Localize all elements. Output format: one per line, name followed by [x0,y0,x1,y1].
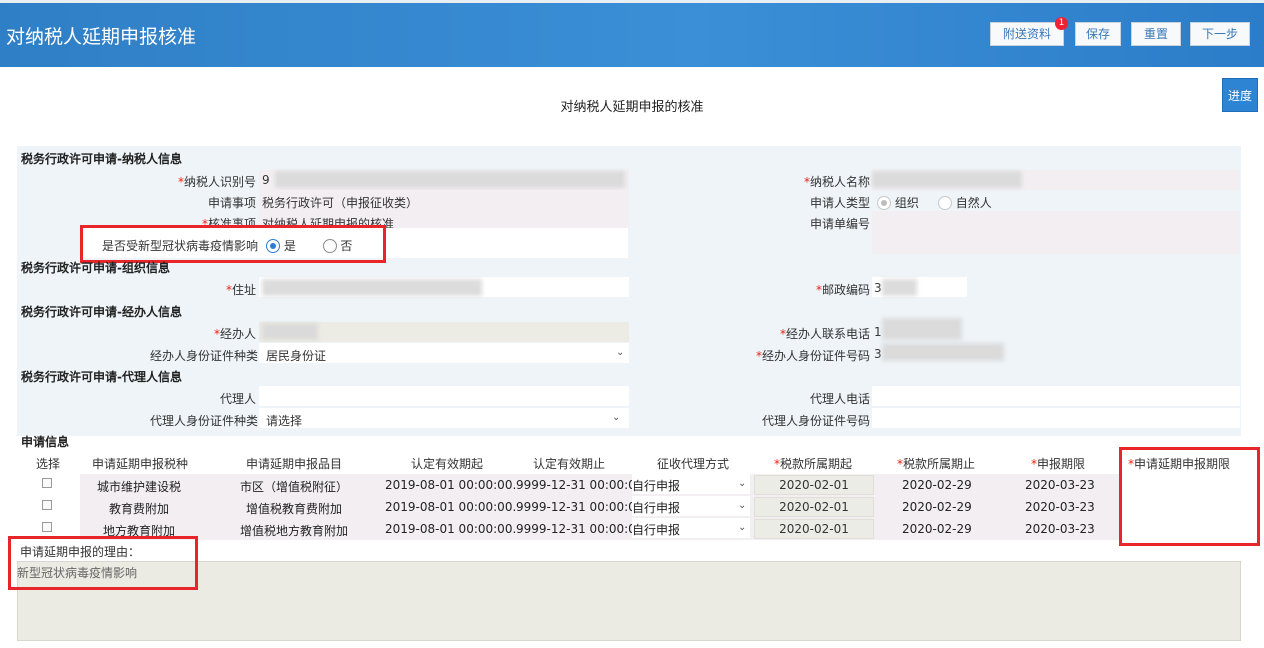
table-row: 城市维护建设税 [97,480,182,494]
header-top-strip [0,0,1264,3]
col-valid-from: 认定有效期起 [411,457,484,471]
section-taxpayer: 税务行政许可申请-纳税人信息 [21,152,182,166]
redacted-postcode [882,279,917,296]
chevron-down-icon[interactable]: ⌄ [616,347,624,358]
table-row: 教育费附加 [109,502,170,516]
app-header: 对纳税人延期申报核准 附送资料 1 保存 重置 下一步 [0,0,1264,67]
row1-period-start[interactable]: 2020-02-01 [754,475,874,495]
table-cell: 9999-12-31 00:00:00. [516,522,648,536]
section-apply: 申请信息 [21,435,70,449]
form-no-field[interactable] [872,211,1240,254]
col-collect-mode: 征收代理方式 [657,457,730,471]
table-cell: 市区（增值税附征） [240,480,349,494]
table-cell: 9999-12-31 00:00:00. [516,500,648,514]
table-cell: 增值税地方教育附加 [240,524,349,538]
chevron-down-icon[interactable]: ⌄ [738,522,746,533]
redacted-address [262,279,482,296]
redacted-handler-name [262,323,318,340]
highlight-extended-deadline [1119,447,1260,546]
handler-idno-label: *经办人身份证件号码 [755,349,870,363]
taxpayer-name-label: *纳税人名称 [803,175,870,189]
agent-name-label: 代理人 [219,392,256,406]
chevron-down-icon[interactable]: ⌄ [738,500,746,511]
highlight-covid [80,225,386,263]
row3-checkbox[interactable] [42,522,52,532]
col-period-end: *税款所属期止 [897,457,976,471]
col-select: 选择 [36,457,61,471]
table-cell: 2019-08-01 00:00:00. [385,522,517,536]
row2-period-start[interactable]: 2020-02-01 [754,497,874,517]
address-label: *住址 [225,283,256,297]
attach-materials-button[interactable]: 附送资料 [990,22,1064,46]
table-cell: 2019-08-01 00:00:00. [385,478,517,492]
section-agent: 税务行政许可申请-代理人信息 [21,370,182,384]
taxpayer-id-label: *纳税人识别号 [177,175,256,189]
table-cell: 2020-03-23 [1025,478,1095,492]
radio-person-icon[interactable] [937,196,952,210]
chevron-down-icon[interactable]: ⌄ [612,412,620,423]
handler-phone-label: *经办人联系电话 [779,327,870,341]
table-cell: 2019-08-01 00:00:00. [385,500,517,514]
postcode-value: 3 [874,281,882,295]
redacted-taxpayer-id [275,171,625,188]
table-cell: 2020-03-23 [1025,522,1095,536]
handler-phone-value: 1 [874,325,882,339]
agent-idno-field[interactable] [872,408,1240,428]
table-cell: 自行申报 [632,479,681,493]
row1-checkbox[interactable] [42,478,52,488]
agent-idno-label: 代理人身份证件号码 [761,414,870,428]
redacted-handler-idno [882,343,1004,361]
agent-idtype-value: 请选择 [266,414,303,428]
reason-textarea[interactable] [17,561,1241,641]
highlight-reason [8,536,198,590]
reset-button[interactable]: 重置 [1131,22,1181,46]
col-valid-to: 认定有效期止 [533,457,606,471]
agent-name-field[interactable] [259,386,629,406]
table-cell: 增值税教育费附加 [246,502,343,516]
save-button[interactable]: 保存 [1075,22,1121,46]
radio-org-label: 组织 [894,196,919,210]
radio-person-label: 自然人 [955,196,992,210]
col-tax-item: 申请延期申报品目 [246,457,343,471]
redacted-taxpayer-name [872,171,1022,188]
agent-idtype-select[interactable] [259,408,629,428]
row2-checkbox[interactable] [42,500,52,510]
handler-idno-value: 3 [874,347,882,361]
applicant-type-radios: 组织 自然人 [877,194,992,211]
table-cell: 9999-12-31 00:00:00. [516,478,648,492]
chevron-down-icon[interactable]: ⌄ [738,478,746,489]
handler-name-label: *经办人 [213,327,256,341]
table-cell: 2020-03-23 [1025,500,1095,514]
handler-idtype-label: 经办人身份证件种类 [149,349,258,363]
applicant-type-label: 申请人类型 [809,196,870,210]
page-title: 对纳税人延期申报的核准 [560,100,704,115]
table-cell: 2020-02-29 [902,500,972,514]
attach-count-badge: 1 [1055,17,1068,30]
agent-phone-label: 代理人电话 [809,392,870,406]
matter-label: 申请事项 [207,196,256,210]
agent-phone-field[interactable] [872,386,1240,406]
radio-org-icon[interactable] [877,196,891,210]
matter-value: 税务行政许可（申报征收类） [262,196,419,210]
section-handler: 税务行政许可申请-经办人信息 [21,305,182,319]
handler-idtype-value: 居民身份证 [266,349,327,363]
row3-period-start[interactable]: 2020-02-01 [754,519,874,539]
table-cell: 自行申报 [632,523,681,537]
form-no-label: 申请单编号 [809,217,870,231]
agent-idtype-label: 代理人身份证件种类 [149,414,258,428]
app-title: 对纳税人延期申报核准 [6,26,197,48]
taxpayer-id-value: 9 [262,173,270,187]
progress-button[interactable]: 进度 [1222,78,1258,112]
col-tax-type: 申请延期申报税种 [92,457,189,471]
table-cell: 自行申报 [632,501,681,515]
section-org: 税务行政许可申请-组织信息 [21,261,170,275]
col-period-start: *税款所属期起 [774,457,853,471]
postcode-label: *邮政编码 [815,283,870,297]
next-step-button[interactable]: 下一步 [1190,22,1250,46]
table-cell: 2020-02-29 [902,478,972,492]
redacted-handler-phone [882,318,962,340]
table-cell: 2020-02-29 [902,522,972,536]
col-deadline: *申报期限 [1031,457,1086,471]
